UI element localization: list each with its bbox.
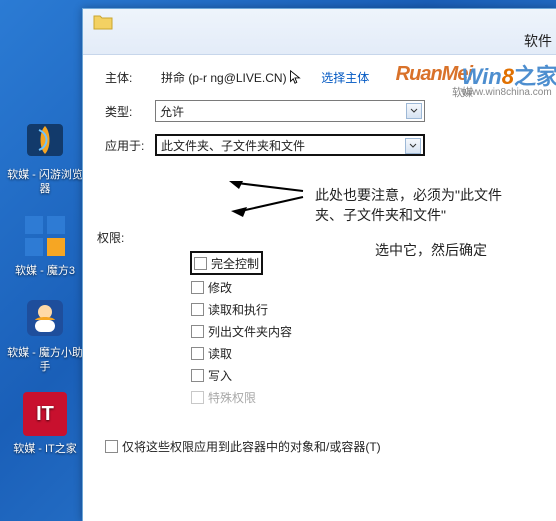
permission-label: 写入 [208,367,232,384]
permission-label: 读取 [208,345,232,362]
desktop-icon-browser[interactable]: 软媒 - 闪游浏览器 [6,116,84,196]
checkbox[interactable] [191,281,204,294]
row-type: 类型: 允许 [105,99,544,123]
desktop-icon-label: 软媒 - IT之家 [6,442,84,456]
folder-icon [93,13,113,31]
desktop-icon-mofang[interactable]: 软媒 - 魔方3 [6,212,84,278]
permissions-dialog-window: 软件 RuanMei 软媒 Win8之家 www.win8china.com 主… [82,8,556,521]
row-apply-to: 应用于: 此文件夹、子文件夹和文件 [105,133,544,157]
type-select-value: 允许 [160,103,184,120]
desktop-icon-helper[interactable]: 软媒 - 魔方小助手 [6,294,84,374]
apply-only-row[interactable]: 仅将这些权限应用到此容器中的对象和/或容器(T) [105,438,544,455]
annotation-arrow-icon [225,181,305,221]
checkbox[interactable] [105,440,118,453]
checkbox[interactable] [191,303,204,316]
permission-row-special: 特殊权限 [191,386,544,408]
chevron-down-icon [406,103,422,119]
row-principal: 主体: 拼命 (p-r ng@LIVE.CN) 选择主体 [105,65,544,89]
desktop-icon-label: 软媒 - 魔方小助手 [6,346,84,374]
chevron-down-icon [405,138,421,154]
desktop-icons: 软媒 - 闪游浏览器 软媒 - 魔方3 软媒 - 魔方小助手 IT 软媒 - I… [6,0,90,472]
type-select[interactable]: 允许 [155,100,425,122]
permission-row[interactable]: 读取 [191,342,544,364]
svg-text:IT: IT [36,403,54,425]
annotation-text: 此处也要注意，必须为"此文件 夹、子文件夹和文件" [315,185,525,225]
permission-row-full-control[interactable]: 完全控制 [191,252,262,274]
apply-only-label: 仅将这些权限应用到此容器中的对象和/或容器(T) [122,438,381,455]
permissions-list: 完全控制 修改 读取和执行 列出文件夹内容 读取 写入 [191,252,544,408]
type-label: 类型: [105,103,155,120]
desktop-icon-label: 软媒 - 闪游浏览器 [6,168,84,196]
checkbox[interactable] [191,369,204,382]
checkbox[interactable] [191,325,204,338]
desktop-icon-ithome[interactable]: IT 软媒 - IT之家 [6,390,84,456]
permission-row[interactable]: 列出文件夹内容 [191,320,544,342]
desktop-icon-label: 软媒 - 魔方3 [6,264,84,278]
principal-value: 拼命 (p-r ng@LIVE.CN) 选择主体 [161,69,369,86]
checkbox[interactable] [194,257,207,270]
principal-label: 主体: [105,69,155,86]
window-header: 软件 [83,9,556,55]
annotation-side-note: 选中它，然后确定 [375,240,487,260]
permission-row[interactable]: 修改 [191,276,544,298]
apply-to-select[interactable]: 此文件夹、子文件夹和文件 [155,134,425,156]
permission-row[interactable]: 写入 [191,364,544,386]
permission-row[interactable]: 读取和执行 [191,298,544,320]
permission-label: 完全控制 [211,255,259,272]
permission-label: 特殊权限 [208,389,256,406]
apply-label: 应用于: [105,137,155,154]
select-principal-link[interactable]: 选择主体 [321,71,369,85]
checkbox-disabled [191,391,204,404]
permission-label: 修改 [208,279,232,296]
permission-label: 列出文件夹内容 [208,323,292,340]
checkbox[interactable] [191,347,204,360]
permission-label: 读取和执行 [208,301,268,318]
apply-to-select-value: 此文件夹、子文件夹和文件 [161,137,305,154]
cursor-icon [288,69,302,85]
window-title-fragment: 软件 [524,31,552,51]
